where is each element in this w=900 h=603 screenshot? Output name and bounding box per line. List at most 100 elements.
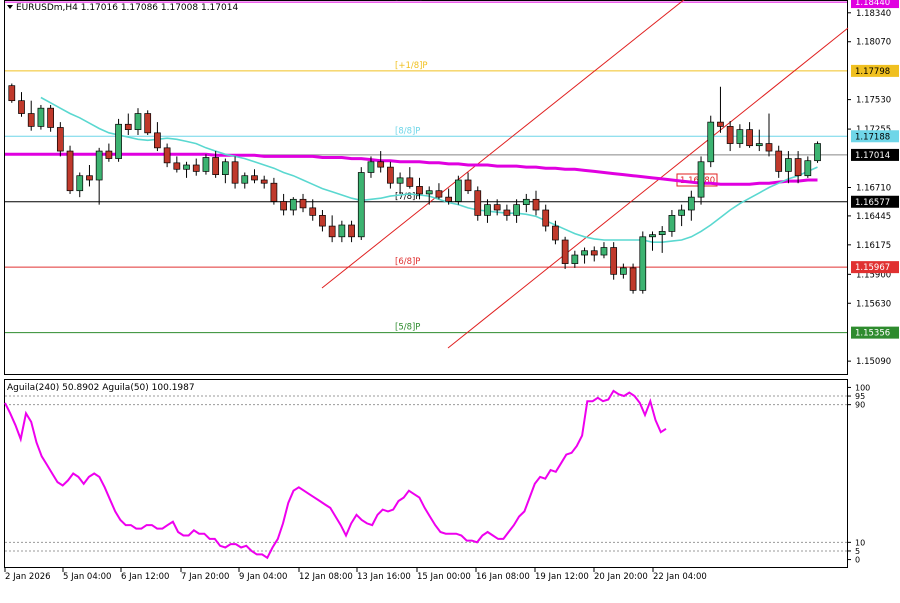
bear-candle-body <box>435 190 443 198</box>
time-tick-label: 15 Jan 00:00 <box>417 572 471 582</box>
bear-candle-body <box>746 129 753 147</box>
bear-candle-body <box>8 85 16 102</box>
bear-candle-body <box>765 143 773 152</box>
bull-candle-body <box>183 164 190 170</box>
bull-candle-body <box>513 204 520 216</box>
time-tick-label: 6 Jan 12:00 <box>121 572 169 582</box>
level-price-label: 1.16577 <box>855 198 890 208</box>
level-price-label: 1.17798 <box>855 67 890 77</box>
bull-candle-body <box>687 196 695 211</box>
candle <box>8 83 16 103</box>
bull-candle-body <box>804 160 812 177</box>
price-tick-label: 1.15630 <box>856 299 891 309</box>
candle <box>66 145 74 194</box>
candle <box>707 115 715 168</box>
bear-candle-body <box>445 196 452 202</box>
level-label: [8/8]P <box>395 126 420 136</box>
bear-candle-body <box>56 127 64 152</box>
candle <box>814 141 821 163</box>
time-tick-label: 7 Jan 20:00 <box>181 572 229 582</box>
bear-candle-body <box>299 198 307 209</box>
bear-candle-body <box>552 225 559 241</box>
bear-candle-body <box>18 100 25 114</box>
bear-candle-body <box>590 250 598 256</box>
time-tick-label: 16 Jan 08:00 <box>476 572 530 582</box>
indicator-info: Aguila(240) 50.8902 Aguila(50) 100.1987 <box>7 383 195 393</box>
bear-candle-body <box>319 215 326 227</box>
candle <box>639 231 647 294</box>
bear-candle-body <box>260 179 268 184</box>
osc-tick-label: 0 <box>855 556 860 565</box>
time-tick-label: 2 Jan 2026 <box>5 572 51 582</box>
level-price-label: 1.18440 <box>855 0 890 8</box>
bear-candle-body <box>173 162 181 170</box>
bear-candle-body <box>387 166 394 184</box>
bull-candle-body <box>484 204 491 216</box>
bull-candle-body <box>367 161 375 173</box>
bull-candle-body <box>668 215 676 232</box>
price-tick-label: 1.17530 <box>856 96 891 106</box>
bull-candle-body <box>649 234 656 238</box>
bear-candle-body <box>251 175 258 181</box>
bull-candle-body <box>678 209 685 216</box>
bull-candle-body <box>707 121 715 163</box>
bull-candle-body <box>396 177 404 184</box>
bear-candle-body <box>309 207 317 216</box>
bear-candle-body <box>231 161 239 184</box>
bull-candle-body <box>222 161 229 175</box>
candle <box>56 122 64 157</box>
bear-candle-body <box>280 201 287 211</box>
bull-candle-body <box>814 143 821 162</box>
bull-candle-body <box>454 179 462 202</box>
bull-candle-body <box>425 190 433 195</box>
time-tick-label: 12 Jan 08:00 <box>299 572 353 582</box>
bear-candle-body <box>416 186 423 195</box>
bear-candle-body <box>503 209 511 216</box>
candle <box>629 263 637 294</box>
level-label: [+2/8]P <box>395 0 428 2</box>
level-label: [5/8]P <box>395 323 420 333</box>
bear-candle-body <box>377 161 385 168</box>
chart-header: EURUSDm,H4 1.17016 1.17086 1.17008 1.170… <box>7 3 238 13</box>
bear-candle-body <box>144 113 152 134</box>
bear-candle-body <box>154 132 161 149</box>
bull-candle-body <box>600 247 608 256</box>
candle <box>115 118 122 162</box>
time-tick-label: 20 Jan 20:00 <box>594 572 648 582</box>
bull-candle-body <box>76 175 84 192</box>
bear-candle-body <box>717 121 724 127</box>
symbol-info: EURUSDm,H4 1.17016 1.17086 1.17008 1.170… <box>16 3 238 13</box>
bull-candle-body <box>697 161 705 198</box>
bull-candle-body <box>241 175 249 184</box>
candle <box>357 167 365 241</box>
level-price-label: 1.15356 <box>855 329 890 339</box>
price-tick-label: 1.16445 <box>856 212 891 222</box>
bull-candle-body <box>289 198 297 211</box>
bull-candle-body <box>37 107 45 127</box>
time-tick-label: 19 Jan 12:00 <box>535 572 589 582</box>
chart-canvas: [+2/8]P[+1/8]P[8/8]P[7/8]P[6/8]P[5/8]P1.… <box>0 0 900 599</box>
bear-candle-body <box>474 190 482 216</box>
candle <box>474 186 482 221</box>
bear-candle-body <box>328 225 336 238</box>
bear-candle-body <box>464 179 472 192</box>
bear-candle-body <box>406 177 414 187</box>
bear-candle-body <box>726 126 734 144</box>
candle <box>47 104 54 132</box>
bear-candle-body <box>542 209 550 227</box>
bear-candle-body <box>163 147 171 164</box>
time-tick-label: 9 Jan 04:00 <box>239 572 287 582</box>
bull-candle-body <box>522 198 530 205</box>
bear-candle-body <box>493 204 501 211</box>
candle <box>37 104 45 130</box>
bull-candle-body <box>785 158 792 172</box>
bear-candle-body <box>561 239 569 264</box>
bull-candle-body <box>571 254 579 264</box>
candle <box>202 154 210 175</box>
bull-candle-body <box>95 150 103 181</box>
level-label: [6/8]P <box>395 257 420 267</box>
candle <box>454 175 462 205</box>
bull-candle-body <box>658 231 666 236</box>
candle <box>697 156 705 205</box>
bear-candle-body <box>212 157 220 175</box>
